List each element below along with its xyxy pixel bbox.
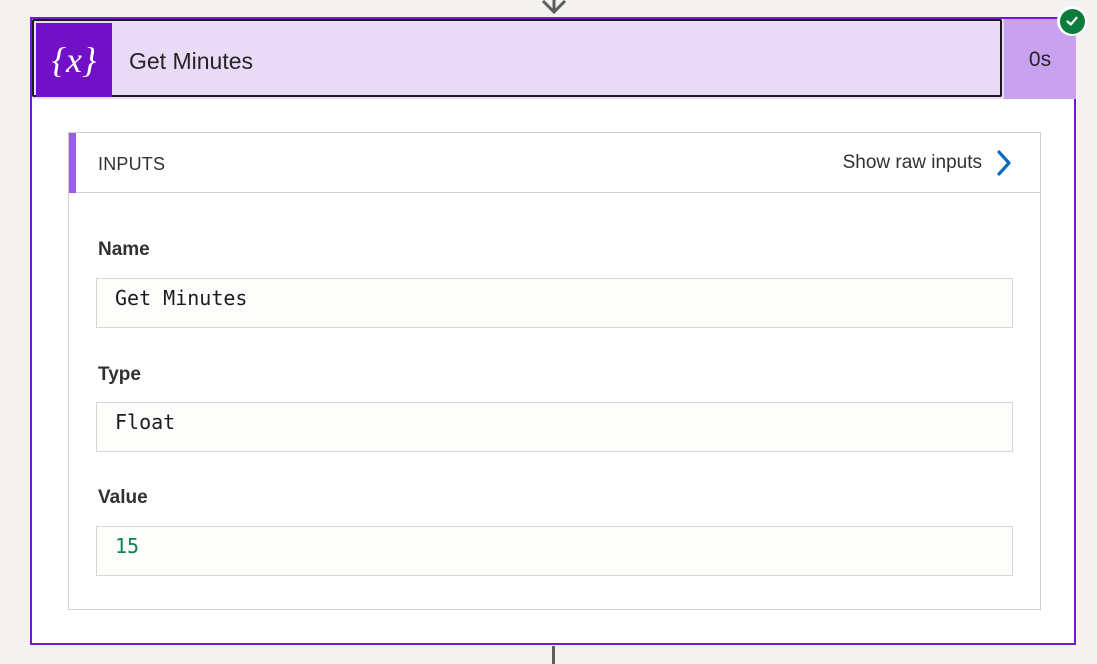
success-status-badge: [1057, 6, 1087, 36]
action-title: Get Minutes: [129, 48, 253, 74]
name-field-label: Name: [98, 239, 150, 260]
inputs-header: INPUTS Show raw inputs: [69, 133, 1040, 193]
show-raw-inputs-link[interactable]: Show raw inputs: [843, 133, 1012, 193]
action-header[interactable]: {x} Get Minutes 0s: [32, 19, 1076, 99]
type-field-value[interactable]: Float: [96, 402, 1013, 452]
inputs-panel: INPUTS Show raw inputs Name Get Minutes …: [68, 132, 1041, 610]
value-field-value[interactable]: 15: [96, 526, 1013, 576]
inputs-accent-bar: [69, 133, 76, 193]
name-field-value[interactable]: Get Minutes: [96, 278, 1013, 328]
variable-icon: {x}: [36, 23, 112, 97]
show-raw-inputs-label: Show raw inputs: [842, 152, 982, 173]
checkmark-icon: [1059, 8, 1085, 34]
chevron-right-icon: [997, 150, 1011, 176]
value-field-label: Value: [98, 487, 148, 508]
type-field-label: Type: [98, 364, 141, 385]
variable-icon-glyph: {x}: [52, 40, 97, 80]
action-card: {x} Get Minutes 0s INPUTS Show raw input…: [30, 17, 1076, 645]
action-header-title-area[interactable]: {x} Get Minutes: [32, 19, 1002, 97]
flow-connector-out: [552, 646, 555, 664]
flow-connector-arrow-in: [541, 0, 567, 15]
inputs-section-title: INPUTS: [98, 154, 166, 174]
